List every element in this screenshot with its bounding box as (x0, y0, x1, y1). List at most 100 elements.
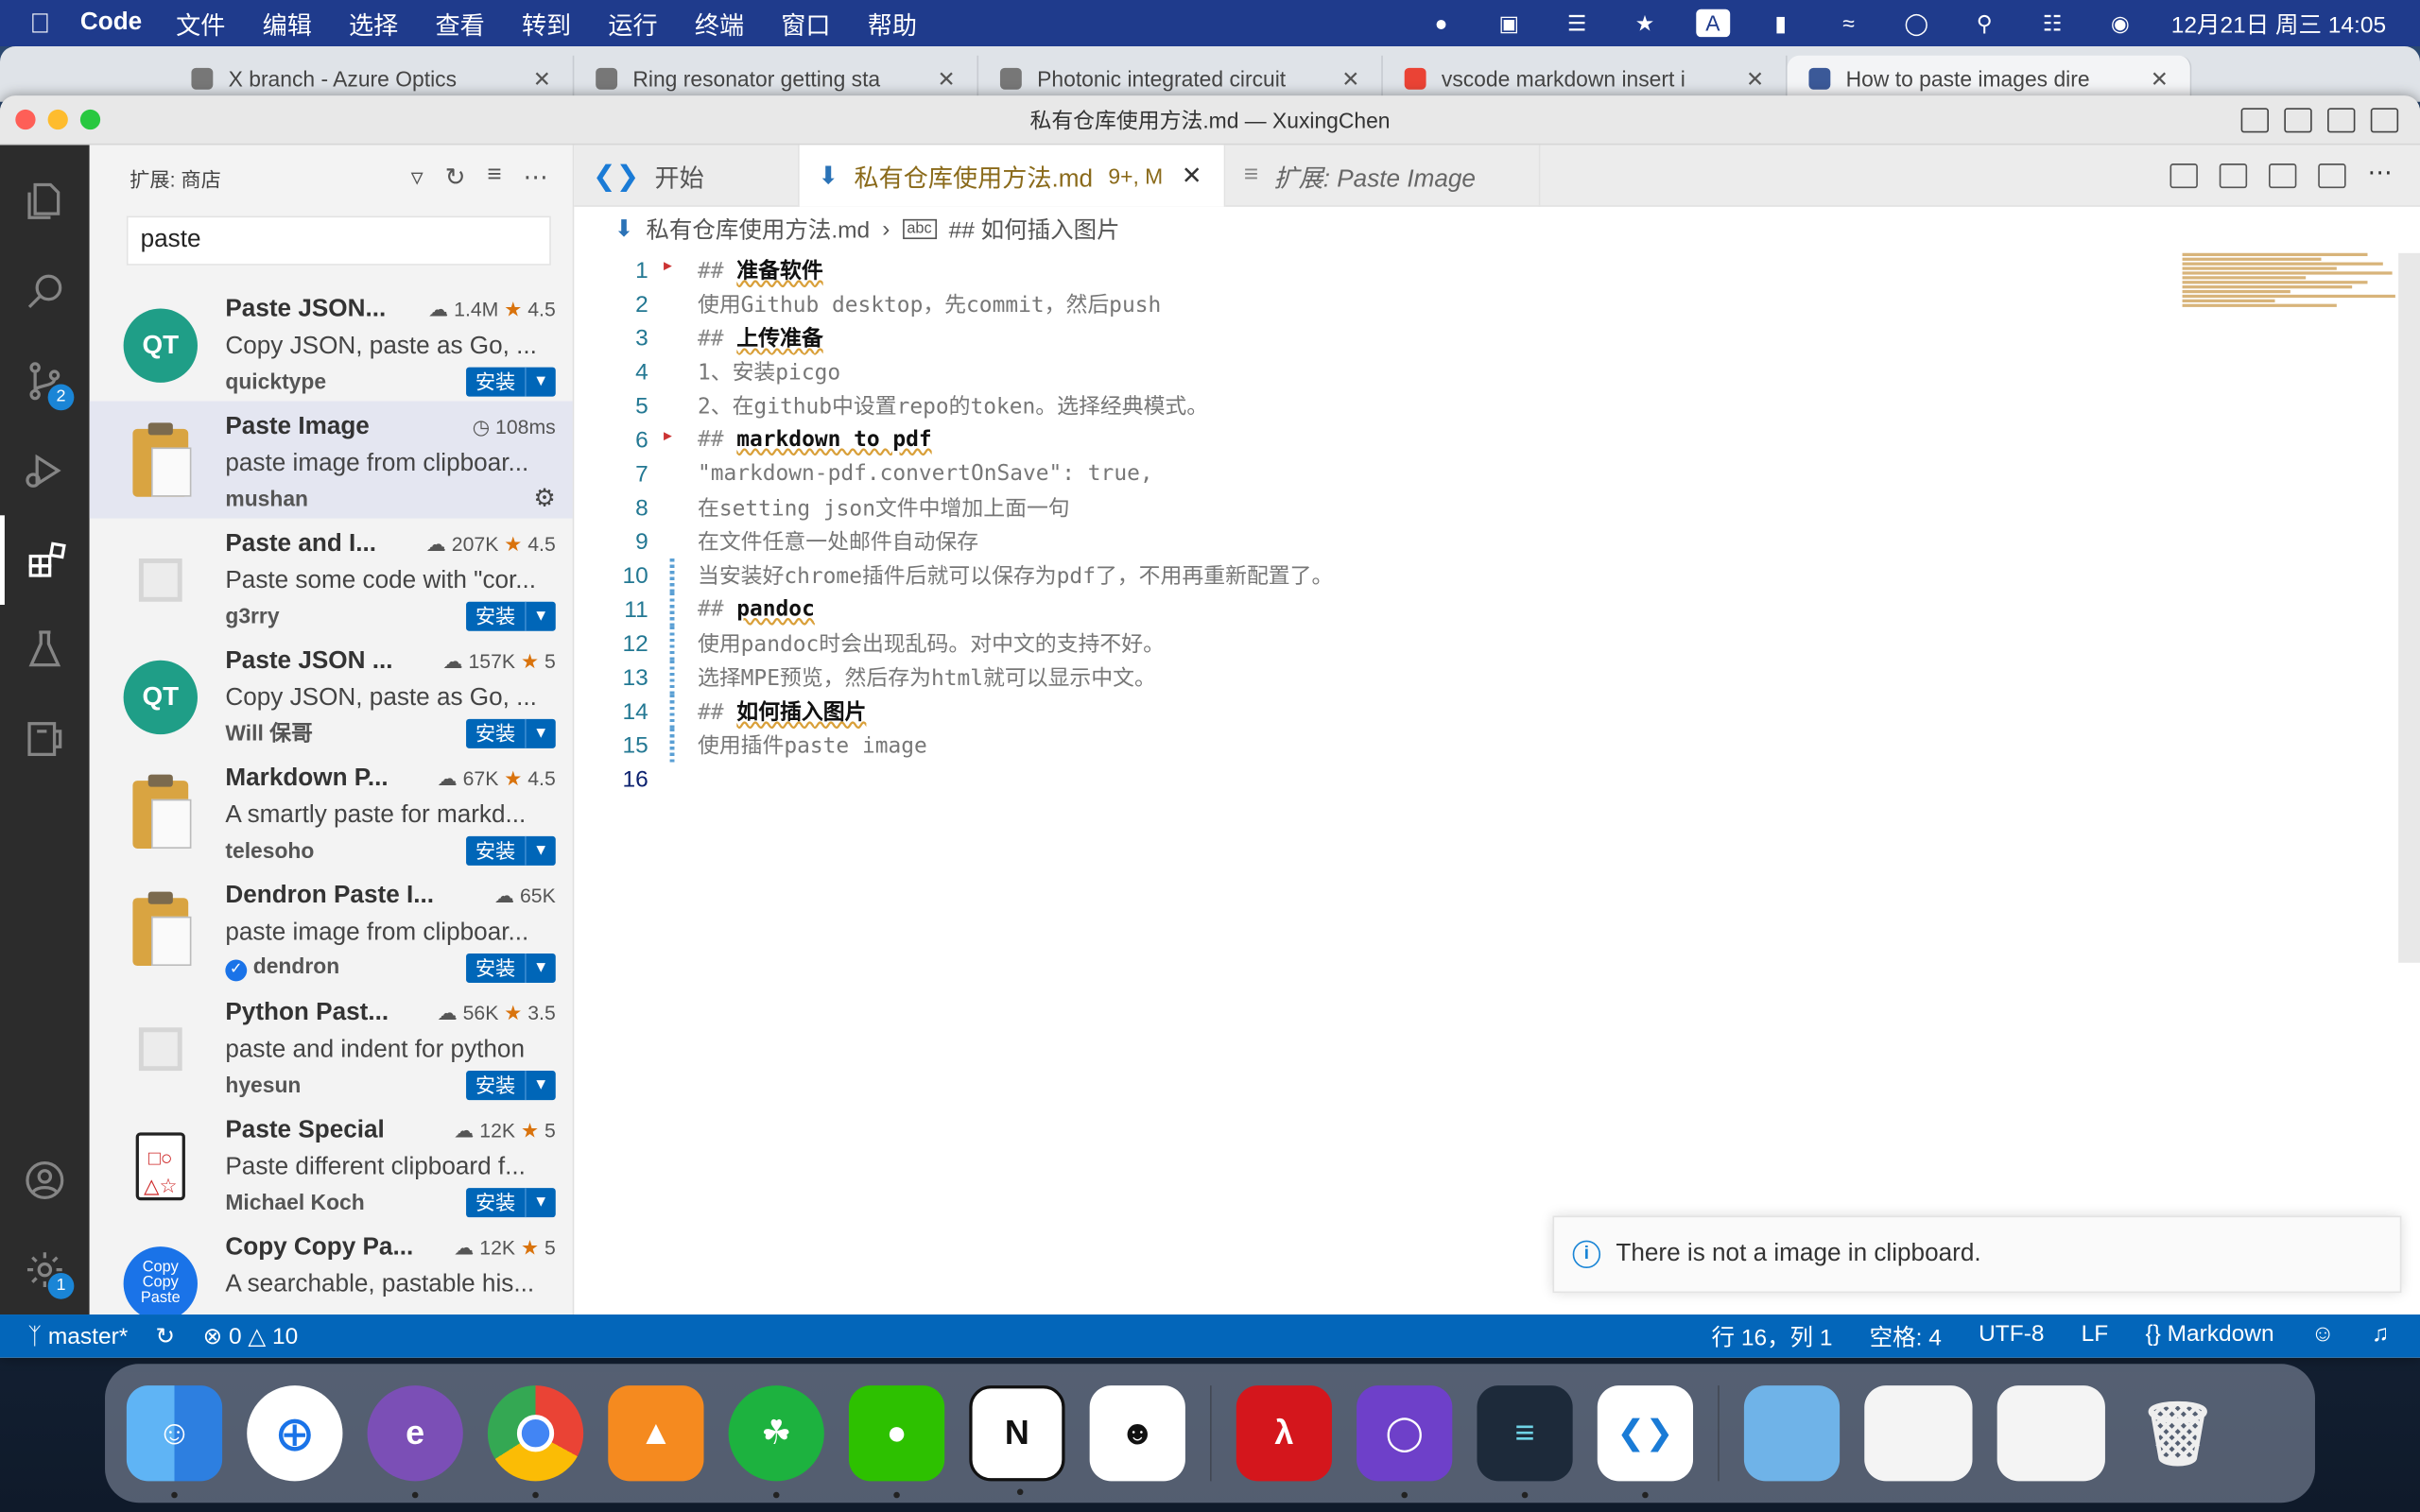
menubar-clock[interactable]: 12月21日 周三 14:05 (2171, 7, 2386, 39)
modified-line-indicator[interactable] (669, 728, 675, 763)
code-line[interactable]: 16 (574, 762, 2173, 797)
battery-icon[interactable]: ▮ (1764, 9, 1798, 37)
input-method-icon[interactable]: A (1695, 9, 1730, 38)
code-line[interactable]: 15 使用插件paste image (574, 728, 2172, 763)
install-button[interactable]: 安装 ▼ (466, 600, 556, 630)
chrome-icon[interactable] (487, 1385, 584, 1499)
close-icon[interactable]: ✕ (1746, 65, 1764, 92)
close-icon[interactable]: ✕ (937, 65, 955, 92)
clash-icon[interactable]: ≡ (1477, 1385, 1573, 1499)
install-button[interactable]: 安装 ▼ (466, 1070, 556, 1100)
diff-marker-icon[interactable]: ▶ (664, 259, 672, 274)
problems-indicator[interactable]: ⊗ 0 △ 10 (203, 1322, 299, 1350)
close-icon[interactable]: ✕ (2151, 65, 2169, 92)
close-window-button[interactable] (15, 109, 36, 130)
extension-item[interactable]: Paste Image ◷ 108ms paste image from clipb… (89, 401, 573, 519)
code-line[interactable]: 14 ## 如何插入图片 (574, 694, 2172, 729)
evernote-tray-icon[interactable]: ★ (1628, 9, 1662, 37)
clash-tray-icon[interactable]: ☰ (1560, 9, 1594, 37)
acrobat-icon[interactable]: λ (1236, 1385, 1332, 1482)
siri-icon[interactable]: ◉ (2103, 9, 2137, 37)
more-actions-icon[interactable]: ⋯ (2367, 161, 2394, 187)
apple-menu-icon[interactable]:  (0, 7, 80, 39)
menu-view[interactable]: 查看 (435, 5, 484, 42)
chevron-down-icon[interactable]: ▼ (525, 600, 556, 630)
manage-gear-icon[interactable]: 1 (0, 1225, 90, 1314)
extension-item[interactable]: Copy Copy Paste Copy Copy Pa... ☁ 12K ★ 5 A s… (90, 1222, 573, 1315)
code-line[interactable]: 1 ▶ ## 准备软件 (574, 253, 2172, 287)
extension-item[interactable]: QT Paste JSON... ☁ 1.4M ★ 4.5 Copy JSON, pa… (90, 284, 573, 401)
minimize-window-button[interactable] (47, 109, 68, 130)
modified-line-indicator[interactable] (669, 558, 675, 593)
code-line[interactable]: 4 1、安装picgo (574, 355, 2172, 389)
menu-help[interactable]: 帮助 (868, 5, 917, 42)
split-editor-icon[interactable] (2318, 163, 2346, 188)
extension-item[interactable]: Paste and I... ☁ 207K ★ 4.5 Paste some cod… (90, 519, 573, 636)
close-icon[interactable]: ✕ (533, 65, 551, 92)
source-control-icon[interactable]: 2 (0, 336, 90, 426)
refresh-icon[interactable]: ↻ (445, 162, 466, 193)
accounts-icon[interactable] (0, 1136, 90, 1226)
minimized-window-github-icon[interactable] (1864, 1385, 1973, 1482)
chevron-down-icon[interactable]: ▼ (525, 835, 556, 866)
trash-icon[interactable]: 🗑 (2130, 1385, 2225, 1481)
code-line[interactable]: 8 在setting json文件中增加上面一句 (574, 490, 2172, 524)
language-mode[interactable]: {} Markdown (2145, 1320, 2273, 1352)
manage-extension-gear-icon[interactable]: ⚙ (533, 483, 555, 514)
zoom-window-button[interactable] (79, 109, 101, 130)
minimap[interactable] (2182, 252, 2399, 315)
code-line[interactable]: 9 在文件任意一处邮件自动保存 (574, 524, 2172, 558)
open-preview-icon[interactable] (2169, 163, 2198, 188)
safari-icon[interactable]: ⨁ (247, 1385, 343, 1482)
testing-icon[interactable] (0, 605, 90, 695)
close-tab-icon[interactable]: ✕ (1182, 161, 1202, 192)
sync-icon[interactable]: ↻ (156, 1322, 176, 1350)
spotlight-icon[interactable]: ⚲ (1967, 9, 2001, 37)
chevron-down-icon[interactable]: ▼ (525, 1070, 556, 1100)
menu-selection[interactable]: 选择 (349, 5, 398, 42)
menu-edit[interactable]: 编辑 (263, 5, 312, 42)
diff-marker-icon[interactable]: ▶ (664, 429, 672, 444)
filter-icon[interactable]: ▿ (411, 162, 424, 193)
evernote-icon[interactable]: ☘ (728, 1385, 824, 1499)
code-line[interactable]: 2 使用Github desktop，先commit，然后push (574, 287, 2172, 321)
install-button[interactable]: 安装 ▼ (466, 953, 556, 983)
code-line[interactable]: 10 当安装好chrome插件后就可以保存为pdf了，不用再重新配置了。 (574, 558, 2172, 593)
install-button[interactable]: 安装 ▼ (466, 835, 556, 866)
preview-side-icon[interactable] (2269, 163, 2297, 188)
branch-indicator[interactable]: ᛉ master* (27, 1323, 128, 1349)
finder-icon[interactable]: ☺ (126, 1385, 223, 1499)
minimized-window-notion-icon[interactable] (1996, 1385, 2105, 1482)
cursor-position[interactable]: 行 16，列 1 (1712, 1320, 1833, 1352)
tab-extension-preview[interactable]: ≡ 扩展: Paste Image (1225, 145, 1541, 207)
modified-line-indicator[interactable] (669, 592, 675, 627)
extension-item[interactable]: Dendron Paste I... ☁ 65K paste image from … (90, 870, 573, 988)
extension-search-input[interactable]: paste (126, 215, 551, 266)
extension-item[interactable]: □○ △☆ Paste Special ☁ 12K ★ 5 Paste differen… (90, 1105, 573, 1222)
chevron-down-icon[interactable]: ▼ (525, 1187, 556, 1217)
code-line[interactable]: 6 ▶ ## markdown to pdf (574, 422, 2172, 456)
control-center-icon[interactable]: ☷ (2035, 9, 2069, 37)
image-tray-icon[interactable]: ▣ (1492, 9, 1526, 37)
install-button[interactable]: 安装 ▼ (466, 366, 556, 396)
remote-explorer-icon[interactable] (0, 695, 90, 784)
emacs-icon[interactable]: e (367, 1385, 463, 1499)
tab-welcome[interactable]: ❮❯ 开始 (574, 145, 800, 207)
editor-scrollbar[interactable] (2398, 252, 2420, 963)
extensions-icon[interactable] (0, 515, 90, 605)
typora-icon[interactable]: ☻ (1089, 1385, 1185, 1482)
breadcrumb-file[interactable]: 私有仓库使用方法.md (646, 212, 870, 244)
modified-line-indicator[interactable] (669, 626, 675, 661)
books-icon[interactable]: ▲ (608, 1385, 704, 1482)
toggle-panel-icon[interactable] (2284, 107, 2312, 132)
more-actions-icon[interactable]: ⋯ (523, 162, 547, 193)
chevron-down-icon[interactable]: ▼ (525, 953, 556, 983)
toggle-primary-sidebar-icon[interactable] (2240, 107, 2269, 132)
menu-run[interactable]: 运行 (608, 5, 657, 42)
menu-window[interactable]: 窗口 (781, 5, 830, 42)
toggle-secondary-sidebar-icon[interactable] (2327, 107, 2356, 132)
code-line[interactable]: 13 选择MPE预览，然后存为html就可以显示中文。 (574, 660, 2172, 695)
user-icon[interactable]: ◯ (1899, 9, 1933, 37)
code-line[interactable]: 7 "markdown-pdf.convertOnSave": true, (574, 456, 2172, 490)
notification-toast[interactable]: i There is not a image in clipboard. (1552, 1215, 2402, 1294)
